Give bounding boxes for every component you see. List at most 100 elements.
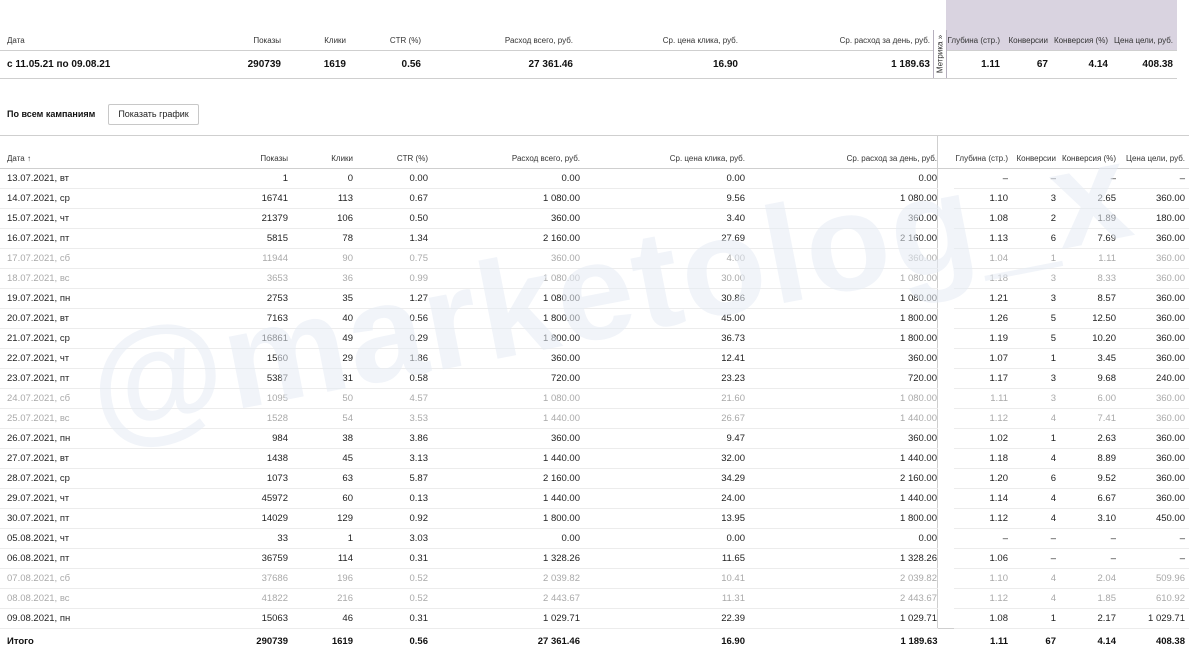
table-row: 14.07.2021, ср167411130.671 080.009.561 … bbox=[0, 189, 1189, 209]
cell-conversions: 1 bbox=[1008, 609, 1056, 629]
cell-cost-per-goal: 450.00 bbox=[1116, 509, 1189, 529]
cell-conv-rate: – bbox=[1056, 529, 1116, 549]
cell-impressions: 11944 bbox=[147, 249, 288, 269]
summary-table: Дата Показы Клики CTR (%) Расход всего, … bbox=[0, 0, 1177, 79]
col-daily-spend[interactable]: Ср. расход за день, руб. bbox=[738, 0, 930, 50]
metrika-divider bbox=[938, 189, 955, 209]
summary-clicks: 1619 bbox=[281, 50, 346, 78]
cell-daily-spend: 1 080.00 bbox=[745, 289, 938, 309]
col-spend[interactable]: Расход всего, руб. bbox=[421, 0, 573, 50]
cell-depth: 1.14 bbox=[954, 489, 1008, 509]
col-conv-rate[interactable]: Конверсия (%) bbox=[1048, 0, 1108, 50]
cell-date: 15.07.2021, чт bbox=[0, 209, 147, 229]
cell-cost-per-goal: 360.00 bbox=[1116, 289, 1189, 309]
cell-spend: 1 029.71 bbox=[428, 609, 580, 629]
cell-conv-rate: 1.11 bbox=[1056, 249, 1116, 269]
cell-conv-rate: 7.41 bbox=[1056, 409, 1116, 429]
cell-conversions: 5 bbox=[1008, 329, 1056, 349]
col-conversions[interactable]: Конверсии bbox=[1008, 136, 1056, 169]
cell-clicks: 54 bbox=[288, 409, 353, 429]
cell-impressions: 1073 bbox=[147, 469, 288, 489]
cell-ctr: 3.03 bbox=[353, 529, 428, 549]
cell-impressions: 1095 bbox=[147, 389, 288, 409]
cell-conv-rate: – bbox=[1056, 169, 1116, 189]
col-impressions[interactable]: Показы bbox=[140, 0, 281, 50]
cell-depth: 1.26 bbox=[954, 309, 1008, 329]
col-clicks[interactable]: Клики bbox=[288, 136, 353, 169]
col-date-sorted[interactable]: Дата ↑ bbox=[0, 136, 147, 169]
cell-depth: 1.21 bbox=[954, 289, 1008, 309]
table-row: 07.08.2021, сб376861960.522 039.8210.412… bbox=[0, 569, 1189, 589]
cell-ctr: 0.56 bbox=[353, 309, 428, 329]
col-depth[interactable]: Глубина (стр.) bbox=[946, 0, 1000, 50]
cell-cost-per-goal: 360.00 bbox=[1116, 229, 1189, 249]
total-cpc: 16.90 bbox=[580, 629, 745, 653]
cell-date: 30.07.2021, пт bbox=[0, 509, 147, 529]
cell-spend: 1 080.00 bbox=[428, 389, 580, 409]
cell-daily-spend: 2 443.67 bbox=[745, 589, 938, 609]
metrika-divider bbox=[938, 389, 955, 409]
metrika-divider bbox=[938, 289, 955, 309]
cell-impressions: 984 bbox=[147, 429, 288, 449]
col-daily-spend[interactable]: Ср. расход за день, руб. bbox=[745, 136, 938, 169]
cell-clicks: 113 bbox=[288, 189, 353, 209]
cell-conv-rate: 12.50 bbox=[1056, 309, 1116, 329]
col-conv-rate[interactable]: Конверсия (%) bbox=[1056, 136, 1116, 169]
metrika-divider bbox=[938, 369, 955, 389]
cell-cpc: 22.39 bbox=[580, 609, 745, 629]
col-spend[interactable]: Расход всего, руб. bbox=[428, 136, 580, 169]
cell-depth: 1.18 bbox=[954, 449, 1008, 469]
cell-depth: 1.10 bbox=[954, 189, 1008, 209]
cell-date: 09.08.2021, пн bbox=[0, 609, 147, 629]
col-cost-per-goal[interactable]: Цена цели, руб. bbox=[1108, 0, 1177, 50]
cell-cost-per-goal: 180.00 bbox=[1116, 209, 1189, 229]
cell-cost-per-goal: 360.00 bbox=[1116, 249, 1189, 269]
summary-ctr: 0.56 bbox=[346, 50, 421, 78]
cell-clicks: 216 bbox=[288, 589, 353, 609]
cell-depth: 1.08 bbox=[954, 609, 1008, 629]
cell-impressions: 21379 bbox=[147, 209, 288, 229]
cell-depth: – bbox=[954, 529, 1008, 549]
cell-cpc: 24.00 bbox=[580, 489, 745, 509]
cell-conversions: 1 bbox=[1008, 249, 1056, 269]
col-cost-per-goal[interactable]: Цена цели, руб. bbox=[1116, 136, 1189, 169]
cell-cpc: 0.00 bbox=[580, 529, 745, 549]
cell-cpc: 34.29 bbox=[580, 469, 745, 489]
cell-conv-rate: 7.69 bbox=[1056, 229, 1116, 249]
cell-cost-per-goal: 360.00 bbox=[1116, 389, 1189, 409]
cell-conv-rate: 1.85 bbox=[1056, 589, 1116, 609]
cell-cpc: 21.60 bbox=[580, 389, 745, 409]
cell-clicks: 40 bbox=[288, 309, 353, 329]
cell-conv-rate: 10.20 bbox=[1056, 329, 1116, 349]
metrika-toggle-tab[interactable]: Метрика » bbox=[933, 30, 947, 78]
cell-date: 07.08.2021, сб bbox=[0, 569, 147, 589]
col-ctr[interactable]: CTR (%) bbox=[346, 0, 421, 50]
col-cpc[interactable]: Ср. цена клика, руб. bbox=[573, 0, 738, 50]
cell-cost-per-goal: 360.00 bbox=[1116, 469, 1189, 489]
cell-cpc: 13.95 bbox=[580, 509, 745, 529]
summary-daily-spend: 1 189.63 bbox=[738, 50, 930, 78]
cell-spend: 1 800.00 bbox=[428, 309, 580, 329]
col-depth[interactable]: Глубина (стр.) bbox=[954, 136, 1008, 169]
cell-conversions: 5 bbox=[1008, 309, 1056, 329]
cell-spend: 360.00 bbox=[428, 249, 580, 269]
cell-daily-spend: 2 160.00 bbox=[745, 229, 938, 249]
col-ctr[interactable]: CTR (%) bbox=[353, 136, 428, 169]
metrika-divider bbox=[938, 609, 955, 629]
cell-impressions: 36759 bbox=[147, 549, 288, 569]
show-chart-button[interactable]: Показать график bbox=[108, 104, 198, 125]
metrika-divider bbox=[938, 589, 955, 609]
col-cpc[interactable]: Ср. цена клика, руб. bbox=[580, 136, 745, 169]
cell-impressions: 1438 bbox=[147, 449, 288, 469]
cell-conversions: 6 bbox=[1008, 469, 1056, 489]
table-row: 19.07.2021, пн2753351.271 080.0030.861 0… bbox=[0, 289, 1189, 309]
cell-conv-rate: 6.00 bbox=[1056, 389, 1116, 409]
cell-impressions: 14029 bbox=[147, 509, 288, 529]
col-impressions[interactable]: Показы bbox=[147, 136, 288, 169]
total-depth: 1.11 bbox=[954, 629, 1008, 653]
col-clicks[interactable]: Клики bbox=[281, 0, 346, 50]
col-date[interactable]: Дата bbox=[0, 0, 140, 50]
col-conversions[interactable]: Конверсии bbox=[1000, 0, 1048, 50]
cell-spend: 360.00 bbox=[428, 209, 580, 229]
cell-impressions: 16741 bbox=[147, 189, 288, 209]
